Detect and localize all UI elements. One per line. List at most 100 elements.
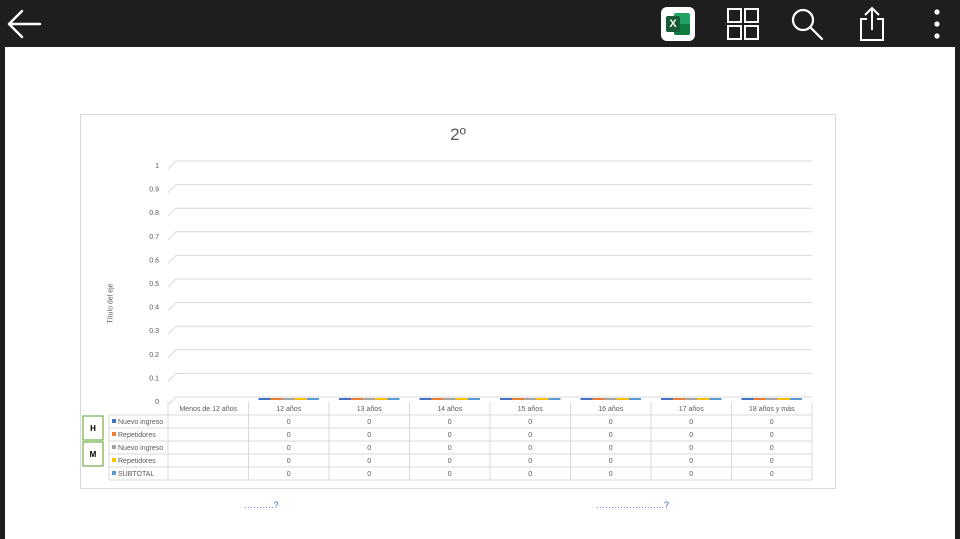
footer-link-left[interactable]: ……….?: [244, 500, 279, 510]
x-tick-label: 13 años: [357, 406, 382, 413]
bar: [604, 398, 617, 400]
y-tick-label: 0.6: [149, 257, 159, 264]
bar: [512, 398, 525, 400]
gridline: [167, 160, 812, 170]
data-label: 0: [448, 432, 452, 439]
data-label: 0: [609, 432, 613, 439]
x-tick-label: 18 años y más: [749, 406, 795, 413]
legend-swatch: [112, 419, 116, 423]
data-label: 0: [287, 432, 291, 439]
data-label: 0: [287, 445, 291, 452]
grid-view-icon[interactable]: [723, 0, 763, 47]
bar: [789, 398, 802, 400]
bar: [709, 398, 722, 400]
y-tick-label: 0.7: [149, 234, 159, 241]
footer-link-right[interactable]: …………………..?: [596, 500, 669, 510]
bar: [697, 398, 710, 400]
chart-container: 2º Título del eje 0 0.1 0.2 0.3 0.4 0.5 0.6 0.7…: [80, 114, 836, 489]
data-label: 0: [367, 458, 371, 465]
bar: [628, 398, 641, 400]
bar: [741, 398, 754, 400]
data-label: 0: [367, 445, 371, 452]
data-label: 0: [689, 419, 693, 426]
bar: [375, 398, 388, 400]
back-arrow-icon[interactable]: [2, 0, 46, 47]
y-tick-label: 0.5: [149, 281, 159, 288]
data-label: 0: [448, 458, 452, 465]
legend-swatch: [112, 471, 116, 475]
data-label: 0: [448, 445, 452, 452]
app-toolbar: X: [0, 0, 960, 47]
x-tick-label: 17 años: [679, 406, 704, 413]
bar: [536, 398, 549, 400]
data-label: 0: [367, 432, 371, 439]
bar: [500, 398, 513, 400]
data-label: 0: [770, 458, 774, 465]
data-label: 0: [528, 445, 532, 452]
x-tick-label: 12 años: [276, 406, 301, 413]
more-vertical-icon[interactable]: [926, 0, 948, 47]
bar: [443, 398, 456, 400]
data-label: 0: [287, 419, 291, 426]
bar: [616, 398, 629, 400]
data-label: 0: [770, 432, 774, 439]
y-tick-label: 0.3: [149, 328, 159, 335]
data-label: 0: [609, 445, 613, 452]
y-tick-label: 0.8: [149, 210, 159, 217]
legend-label: Nuevo ingreso: [118, 419, 163, 426]
x-tick-label: 14 años: [437, 406, 462, 413]
y-tick-label: 0.2: [149, 352, 159, 359]
bar: [580, 398, 593, 400]
gridline: [167, 254, 812, 264]
bar: [753, 398, 766, 400]
x-tick-label: Menos de 12 años: [179, 406, 237, 413]
bar: [467, 398, 480, 400]
data-label: 0: [770, 471, 774, 478]
data-label: 0: [287, 471, 291, 478]
y-tick-label: 0.1: [149, 375, 159, 382]
y-tick-label: 0.4: [149, 305, 159, 312]
data-label: 0: [689, 445, 693, 452]
excel-icon[interactable]: X: [660, 0, 696, 47]
gridline: [167, 231, 812, 241]
bar: [339, 398, 352, 400]
data-label: 0: [528, 458, 532, 465]
bar: [270, 398, 283, 400]
bar: [765, 398, 778, 400]
bar: [673, 398, 686, 400]
search-icon[interactable]: [787, 0, 827, 47]
bar: [306, 398, 319, 400]
bar: [258, 398, 271, 400]
excel-letter: X: [666, 15, 680, 32]
legend-swatch: [112, 458, 116, 462]
bar: [777, 398, 790, 400]
gridline: [167, 325, 812, 335]
data-label: 0: [448, 471, 452, 478]
x-tick-label: 15 años: [518, 406, 543, 413]
bar: [548, 398, 561, 400]
data-label: 0: [287, 458, 291, 465]
data-label: 0: [689, 432, 693, 439]
data-label: 0: [367, 471, 371, 478]
data-label: 0: [770, 419, 774, 426]
gridline: [167, 302, 812, 311]
data-label: 0: [609, 458, 613, 465]
gridline: [167, 278, 812, 288]
bar: [685, 398, 698, 400]
legend-label: Repetidores: [118, 432, 156, 439]
bar: [431, 398, 444, 400]
legend-label: SUBTOTAL: [118, 471, 154, 478]
x-tick-label: 16 años: [598, 406, 623, 413]
bar: [419, 398, 432, 400]
row-group-label: H: [90, 424, 96, 433]
y-tick-label: 0.9: [149, 187, 159, 194]
gridline: [167, 184, 812, 193]
share-icon[interactable]: [853, 0, 891, 47]
bar: [661, 398, 674, 400]
data-label: 0: [448, 419, 452, 426]
legend-swatch: [112, 445, 116, 449]
legend-label: Nuevo ingreso: [118, 445, 163, 452]
data-label: 0: [528, 419, 532, 426]
data-label: 0: [528, 471, 532, 478]
data-label: 0: [770, 445, 774, 452]
